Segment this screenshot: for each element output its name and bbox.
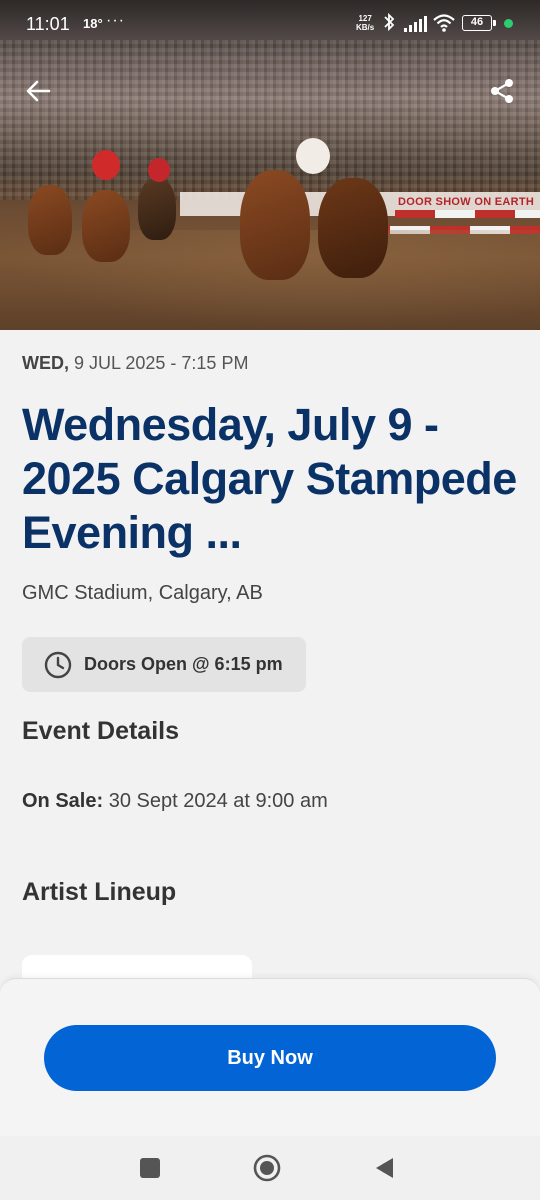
square-icon [140,1158,160,1178]
horse-shape [138,178,176,240]
doors-open-text: Doors Open @ 6:15 pm [84,654,283,674]
artist-lineup-heading: Artist Lineup [22,878,177,906]
arena-banner-text: DOOR SHOW ON EARTH [398,196,535,208]
recents-button[interactable] [133,1152,167,1184]
back-nav-button[interactable] [367,1152,401,1184]
status-bar: 11:01 18° ··· 127 KB/s 46 [0,0,540,50]
event-hero-image: DOOR SHOW ON EARTH 11:01 18° ··· 127 KB/… [0,0,540,330]
rider-shape [296,138,330,174]
system-nav-bar [0,1136,540,1200]
rider-shape [148,158,170,182]
horse-shape [318,178,388,278]
horse-shape [240,170,310,280]
net-speed: 127 KB/s [356,14,375,32]
event-venue: GMC Stadium, Calgary, AB [22,582,263,604]
bluetooth-icon [384,12,395,32]
battery-icon: 46 [462,15,496,31]
back-button[interactable] [21,74,55,108]
doors-open-chip: Doors Open @ 6:15 pm [22,637,306,692]
home-circle-icon [253,1154,281,1182]
event-details-heading: Event Details [22,717,180,745]
signal-icon [404,16,427,32]
clock-icon [44,651,72,678]
on-sale-info: On Sale: 30 Sept 2024 at 9:00 am [22,790,328,813]
event-date: 9 JUL 2025 - 7:15 PM [74,353,249,373]
arrow-left-icon [26,80,51,102]
horse-shape [28,185,72,255]
privacy-indicator-dot [504,19,513,28]
on-sale-label: On Sale: [22,790,104,812]
rider-shape [92,150,120,180]
home-button[interactable] [250,1152,284,1184]
wifi-icon [433,14,455,32]
status-time: 11:01 [26,14,70,34]
buy-now-button[interactable]: Buy Now [44,1025,496,1091]
share-button[interactable] [485,74,519,108]
status-temperature: 18° [83,16,103,31]
horse-shape [82,190,130,262]
event-date-time: WED, 9 JUL 2025 - 7:15 PM [22,353,248,374]
triangle-back-icon [376,1158,393,1178]
share-icon [491,79,513,103]
event-day: WED, [22,353,69,373]
status-more-icon: ··· [106,12,125,29]
event-title: Wednesday, July 9 - 2025 Calgary Stamped… [22,399,517,558]
on-sale-value: 30 Sept 2024 at 9:00 am [108,790,328,812]
